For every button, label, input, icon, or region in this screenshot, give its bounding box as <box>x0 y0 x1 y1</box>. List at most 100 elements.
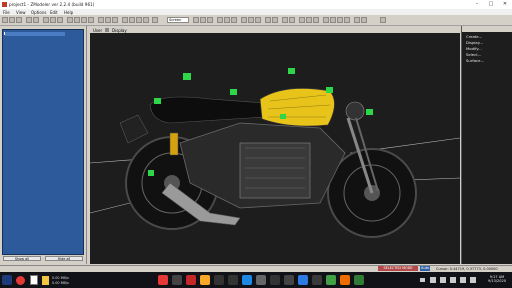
open-icon[interactable] <box>9 16 15 23</box>
view-top-icon[interactable] <box>337 16 343 23</box>
redo-icon[interactable] <box>33 16 39 23</box>
view-front-icon[interactable] <box>323 16 329 23</box>
app-taskbar-icon-1[interactable] <box>158 275 168 285</box>
app-icon[interactable] <box>16 276 25 285</box>
cloud-icon[interactable] <box>470 277 476 283</box>
lock-z-icon[interactable] <box>112 16 118 23</box>
keyboard-icon[interactable] <box>460 277 466 283</box>
viewport-tab-user[interactable]: User <box>93 28 102 33</box>
net-down-speed: 0.00 MB/s <box>52 281 69 285</box>
app-taskbar-icon-3[interactable] <box>186 275 196 285</box>
taskbar-clock[interactable]: 9:27 AM 9/13/2020 <box>485 275 509 283</box>
motorcycle-model <box>90 68 460 238</box>
menu-file[interactable]: File <box>3 10 10 15</box>
scene-tree[interactable] <box>2 29 84 255</box>
menu-help[interactable]: Help <box>64 10 73 15</box>
coordinate-system-select[interactable]: Screen <box>167 16 189 23</box>
network-icon[interactable] <box>430 277 436 283</box>
minimize-button[interactable]: – <box>470 0 484 9</box>
viewport-tab-display[interactable]: Display <box>112 28 127 33</box>
undo-icon[interactable] <box>26 16 32 23</box>
app-taskbar-icon-15[interactable] <box>354 275 364 285</box>
create-menu[interactable]: Create... <box>466 34 482 39</box>
net-up-speed: 0.00 MB/s <box>52 276 69 280</box>
select-icon[interactable] <box>67 16 73 23</box>
cut-icon[interactable] <box>43 16 49 23</box>
command-panel: Create... Display... Modify... Select...… <box>461 26 512 264</box>
window-title: project1 - ZModeler ver 2.2.4 (build 961… <box>9 2 95 7</box>
battery-icon[interactable] <box>42 275 49 285</box>
paste-icon[interactable] <box>57 16 63 23</box>
object-mode-icon[interactable] <box>143 16 149 23</box>
app-taskbar-icon-6[interactable] <box>228 275 238 285</box>
viewport-3d[interactable] <box>90 33 460 264</box>
document-icon[interactable] <box>30 275 38 285</box>
app-taskbar-icon-2[interactable] <box>172 275 182 285</box>
scale-icon[interactable] <box>88 16 94 23</box>
solid-icon[interactable] <box>248 16 254 23</box>
app-taskbar-icon-7[interactable] <box>242 275 252 285</box>
lock-y-icon[interactable] <box>105 16 111 23</box>
wireframe-icon[interactable] <box>241 16 247 23</box>
tray-chevron-icon[interactable] <box>420 278 425 282</box>
rotate-icon[interactable] <box>81 16 87 23</box>
scene-panel: Show all Hide all <box>0 26 87 264</box>
move-icon[interactable] <box>74 16 80 23</box>
start-icon[interactable] <box>2 275 12 285</box>
snap-mode-indicator[interactable]: Auto <box>420 266 431 271</box>
volume-icon[interactable] <box>440 277 446 283</box>
select-menu[interactable]: Select... <box>466 52 481 57</box>
menu-view[interactable]: View <box>16 10 26 15</box>
scene-root-item[interactable] <box>5 32 65 36</box>
light-icon[interactable] <box>265 16 271 23</box>
hide-all-button[interactable]: Hide all <box>45 256 83 261</box>
app-taskbar-icon-9[interactable] <box>270 275 280 285</box>
help-icon[interactable] <box>380 16 386 23</box>
layout-split-icon[interactable] <box>313 16 319 23</box>
lock-x-icon[interactable] <box>98 16 104 23</box>
close-button[interactable]: ✕ <box>498 0 512 9</box>
textured-icon[interactable] <box>255 16 261 23</box>
selected-mode-indicator[interactable]: SELECTED MODE <box>378 266 418 271</box>
menu-edit[interactable]: Edit <box>50 10 58 15</box>
fit-view-icon[interactable] <box>361 16 367 23</box>
menu-options[interactable]: Options <box>31 10 46 15</box>
maximize-view-icon[interactable] <box>354 16 360 23</box>
new-icon[interactable] <box>2 16 8 23</box>
modify-menu[interactable]: Modify... <box>466 46 482 51</box>
pivot-icon[interactable] <box>152 16 158 23</box>
app-taskbar-icon-11[interactable] <box>298 275 308 285</box>
show-all-button[interactable]: Show all <box>3 256 41 261</box>
layout-quad-icon[interactable] <box>306 16 312 23</box>
app-taskbar-icon-10[interactable] <box>284 275 294 285</box>
face-mode-icon[interactable] <box>136 16 142 23</box>
grid-icon[interactable] <box>207 16 213 23</box>
layout-single-icon[interactable] <box>299 16 305 23</box>
render-icon[interactable] <box>289 16 295 23</box>
display-menu[interactable]: Display... <box>466 40 483 45</box>
app-taskbar-icon-5[interactable] <box>214 275 224 285</box>
viewport-menu-icon[interactable] <box>105 27 109 32</box>
zoom-icon[interactable] <box>217 16 223 23</box>
view-side-icon[interactable] <box>330 16 336 23</box>
toolbar: Screen <box>0 15 512 26</box>
surface-menu[interactable]: Surface... <box>466 58 484 63</box>
maximize-button[interactable]: □ <box>484 0 498 9</box>
axis-icon[interactable] <box>193 16 199 23</box>
app-taskbar-icon-13[interactable] <box>326 275 336 285</box>
app-taskbar-icon-14[interactable] <box>340 275 350 285</box>
camera-icon[interactable] <box>272 16 278 23</box>
material-icon[interactable] <box>282 16 288 23</box>
view-user-icon[interactable] <box>344 16 350 23</box>
battery-tray-icon[interactable] <box>450 277 456 283</box>
copy-icon[interactable] <box>50 16 56 23</box>
vertex-mode-icon[interactable] <box>122 16 128 23</box>
pan-icon[interactable] <box>224 16 230 23</box>
save-icon[interactable] <box>16 16 22 23</box>
orbit-icon[interactable] <box>231 16 237 23</box>
app-taskbar-icon-12[interactable] <box>312 275 322 285</box>
edge-mode-icon[interactable] <box>129 16 135 23</box>
app-taskbar-icon-8[interactable] <box>256 275 266 285</box>
app-taskbar-icon-4[interactable] <box>200 275 210 285</box>
snap-icon[interactable] <box>200 16 206 23</box>
